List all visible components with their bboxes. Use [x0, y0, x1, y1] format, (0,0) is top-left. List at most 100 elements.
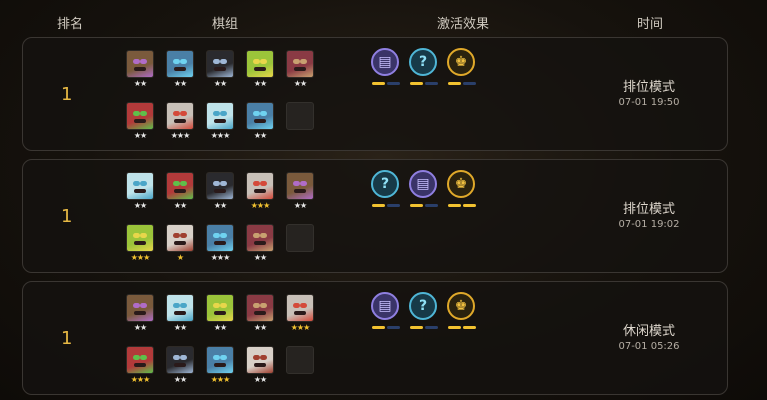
- match-rank: 1: [61, 328, 73, 349]
- unit-star-rating: ★★: [133, 201, 147, 210]
- unit-slot[interactable]: ★★: [126, 294, 154, 334]
- unit-slot[interactable]: ★★: [166, 294, 194, 334]
- unit-portrait-icon: [126, 346, 154, 374]
- trait-icon: ♚: [447, 170, 475, 198]
- trait-badge[interactable]: ▤: [371, 48, 401, 92]
- header-rank: 排名: [57, 17, 84, 32]
- unit-slot[interactable]: ★★: [206, 294, 234, 334]
- unit-star-rating: ★★★: [130, 253, 151, 262]
- trait-badge[interactable]: ▤: [409, 170, 439, 214]
- empty-slot-icon: [286, 102, 314, 130]
- unit-slot[interactable]: ★★: [246, 346, 274, 386]
- unit-slot[interactable]: ★★: [126, 50, 154, 90]
- trait-badge[interactable]: ?: [409, 48, 439, 92]
- unit-portrait-icon: [126, 172, 154, 200]
- trait-badge[interactable]: ♚: [447, 292, 477, 336]
- unit-slot[interactable]: ★★★: [126, 346, 154, 386]
- match-row[interactable]: 1 ★★ ★★ ★★ ★★ ★★ ★★ ★★★ ★★★ ★★ ▤? ♚ 排位模式 07-01 19:50: [22, 37, 728, 151]
- unit-star-rating: ★★★: [290, 323, 311, 332]
- unit-portrait-icon: [246, 50, 274, 78]
- unit-portrait-icon: [206, 172, 234, 200]
- unit-slot[interactable]: ★★★: [206, 224, 234, 264]
- unit-slot[interactable]: ★★: [166, 172, 194, 212]
- unit-portrait-icon: [246, 346, 274, 374]
- match-time: 07-01 19:50: [618, 97, 680, 108]
- unit-slot[interactable]: ★: [166, 224, 194, 264]
- unit-slot[interactable]: ★★: [246, 294, 274, 334]
- match-rank: 1: [61, 84, 73, 105]
- unit-portrait-icon: [286, 294, 314, 322]
- unit-slot[interactable]: ★★: [206, 50, 234, 90]
- unit-slot[interactable]: ★★: [246, 50, 274, 90]
- trait-icon: ?: [371, 170, 399, 198]
- unit-star-rating: ★★★: [250, 201, 271, 210]
- match-row[interactable]: 1 ★★ ★★ ★★ ★★★ ★★ ★★★ ★ ★★★ ★★? ▤ ♚ 排位模式 07-01 19:02: [22, 159, 728, 273]
- unit-star-rating: ★★: [293, 79, 307, 88]
- unit-star-rating: ★★: [133, 131, 147, 140]
- unit-portrait-icon: [166, 294, 194, 322]
- unit-slot[interactable]: ★★: [246, 224, 274, 264]
- unit-slot[interactable]: ★★★: [166, 102, 194, 142]
- empty-slot-icon: [286, 224, 314, 252]
- unit-portrait-icon: [246, 172, 274, 200]
- empty-unit-slot: [286, 224, 314, 264]
- unit-star-rating: ★★: [173, 79, 187, 88]
- empty-slot-icon: [286, 346, 314, 374]
- trait-icon: ♚: [447, 48, 475, 76]
- trait-level-bar: [448, 82, 476, 85]
- trait-level-bar: [410, 82, 438, 85]
- unit-star-rating: ★★: [213, 79, 227, 88]
- trait-level-bar: [448, 204, 476, 207]
- unit-portrait-icon: [246, 102, 274, 130]
- unit-slot[interactable]: ★★★: [246, 172, 274, 212]
- unit-portrait-icon: [246, 224, 274, 252]
- match-row[interactable]: 1 ★★ ★★ ★★ ★★ ★★★ ★★★ ★★ ★★★ ★★ ▤? ♚ 休闲模式 07-01 05:26: [22, 281, 728, 395]
- unit-slot[interactable]: ★★: [166, 346, 194, 386]
- unit-portrait-icon: [206, 346, 234, 374]
- trait-icon: ▤: [371, 48, 399, 76]
- unit-portrait-icon: [126, 102, 154, 130]
- trait-icon: ▤: [371, 292, 399, 320]
- unit-portrait-icon: [166, 50, 194, 78]
- match-time: 07-01 19:02: [618, 219, 680, 230]
- unit-portrait-icon: [286, 172, 314, 200]
- trait-badge[interactable]: ♚: [447, 170, 477, 214]
- unit-slot[interactable]: ★★★: [286, 294, 314, 334]
- unit-slot[interactable]: ★★: [286, 50, 314, 90]
- unit-portrait-icon: [206, 294, 234, 322]
- unit-star-rating: ★★: [173, 201, 187, 210]
- unit-slot[interactable]: ★★: [286, 172, 314, 212]
- unit-slot[interactable]: ★★: [126, 102, 154, 142]
- unit-slot[interactable]: ★★★: [206, 346, 234, 386]
- unit-star-rating: ★★: [173, 323, 187, 332]
- unit-slot[interactable]: ★★: [126, 172, 154, 212]
- empty-unit-slot: [286, 346, 314, 386]
- unit-star-rating: ★★: [253, 375, 267, 384]
- unit-slot[interactable]: ★★: [246, 102, 274, 142]
- unit-star-rating: ★★: [293, 201, 307, 210]
- unit-slot[interactable]: ★★: [206, 172, 234, 212]
- unit-star-rating: ★★: [253, 323, 267, 332]
- game-mode: 排位模式: [622, 202, 675, 217]
- unit-star-rating: ★★: [253, 79, 267, 88]
- trait-badge[interactable]: ?: [371, 170, 401, 214]
- unit-star-rating: ★★★: [210, 375, 231, 384]
- table-header: 排名 棋组 激活效果 时间: [0, 0, 767, 36]
- trait-badge[interactable]: ♚: [447, 48, 477, 92]
- unit-slot[interactable]: ★★: [166, 50, 194, 90]
- header-team: 棋组: [212, 17, 239, 32]
- trait-badge[interactable]: ?: [409, 292, 439, 336]
- unit-portrait-icon: [206, 224, 234, 252]
- unit-slot[interactable]: ★★★: [206, 102, 234, 142]
- empty-unit-slot: [286, 102, 314, 142]
- unit-portrait-icon: [286, 50, 314, 78]
- game-mode: 休闲模式: [622, 324, 675, 339]
- unit-star-rating: ★★: [173, 375, 187, 384]
- unit-slot[interactable]: ★★★: [126, 224, 154, 264]
- trait-badge[interactable]: ▤: [371, 292, 401, 336]
- trait-level-bar: [410, 326, 438, 329]
- unit-portrait-icon: [166, 102, 194, 130]
- unit-portrait-icon: [126, 294, 154, 322]
- unit-portrait-icon: [126, 224, 154, 252]
- unit-portrait-icon: [166, 224, 194, 252]
